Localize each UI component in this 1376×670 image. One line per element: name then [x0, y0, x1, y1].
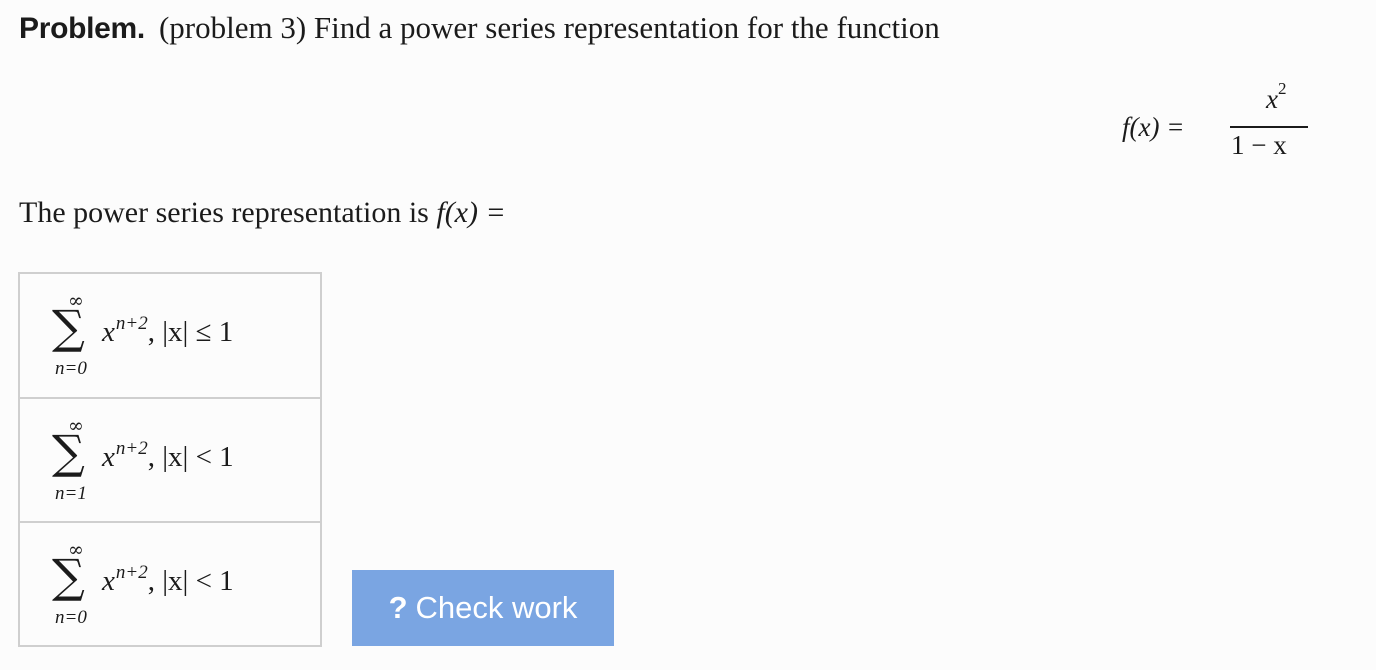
- question-mark-icon: ?: [388, 590, 408, 625]
- sum-lower-limit: n=0: [55, 358, 87, 379]
- check-work-button[interactable]: ? Check work: [352, 570, 614, 646]
- choice-option-1[interactable]: ∞ ∑ xn+2, |x| ≤ 1 n=0: [20, 274, 320, 397]
- fraction-bar: [1230, 126, 1308, 128]
- summand: xn+2, |x| < 1: [102, 438, 234, 473]
- answer-choices: ∞ ∑ xn+2, |x| ≤ 1 n=0 ∞ ∑ xn+2, |x| < 1 …: [18, 272, 322, 647]
- problem-label: Problem.: [19, 12, 145, 45]
- check-work-label: Check work: [415, 590, 578, 625]
- summation-icon: ∑: [52, 300, 85, 354]
- fraction-denominator: 1 − x: [1231, 130, 1287, 160]
- prompt-text: The power series representation is: [19, 196, 429, 229]
- problem-heading: Problem. (problem 3) Find a power series…: [19, 10, 940, 50]
- prompt-expression: f(x) =: [436, 196, 506, 229]
- summation-icon: ∑: [52, 425, 85, 479]
- sum-lower-limit: n=0: [55, 607, 87, 628]
- function-lhs: f(x) =: [1122, 112, 1185, 142]
- summand: xn+2, |x| < 1: [102, 562, 234, 597]
- problem-statement: (problem 3) Find a power series represen…: [158, 10, 940, 45]
- sum-lower-limit: n=1: [55, 483, 87, 504]
- choice-option-2[interactable]: ∞ ∑ xn+2, |x| < 1 n=1: [20, 397, 320, 521]
- summation-icon: ∑: [52, 549, 85, 603]
- choice-option-3[interactable]: ∞ ∑ xn+2, |x| < 1 n=0: [20, 521, 320, 645]
- summand: xn+2, |x| ≤ 1: [102, 313, 234, 348]
- function-equation: f(x) = x2 1 − x: [1120, 79, 1320, 172]
- fraction-numerator: x2: [1266, 79, 1287, 114]
- answer-prompt: The power series representation is f(x) …: [19, 196, 506, 230]
